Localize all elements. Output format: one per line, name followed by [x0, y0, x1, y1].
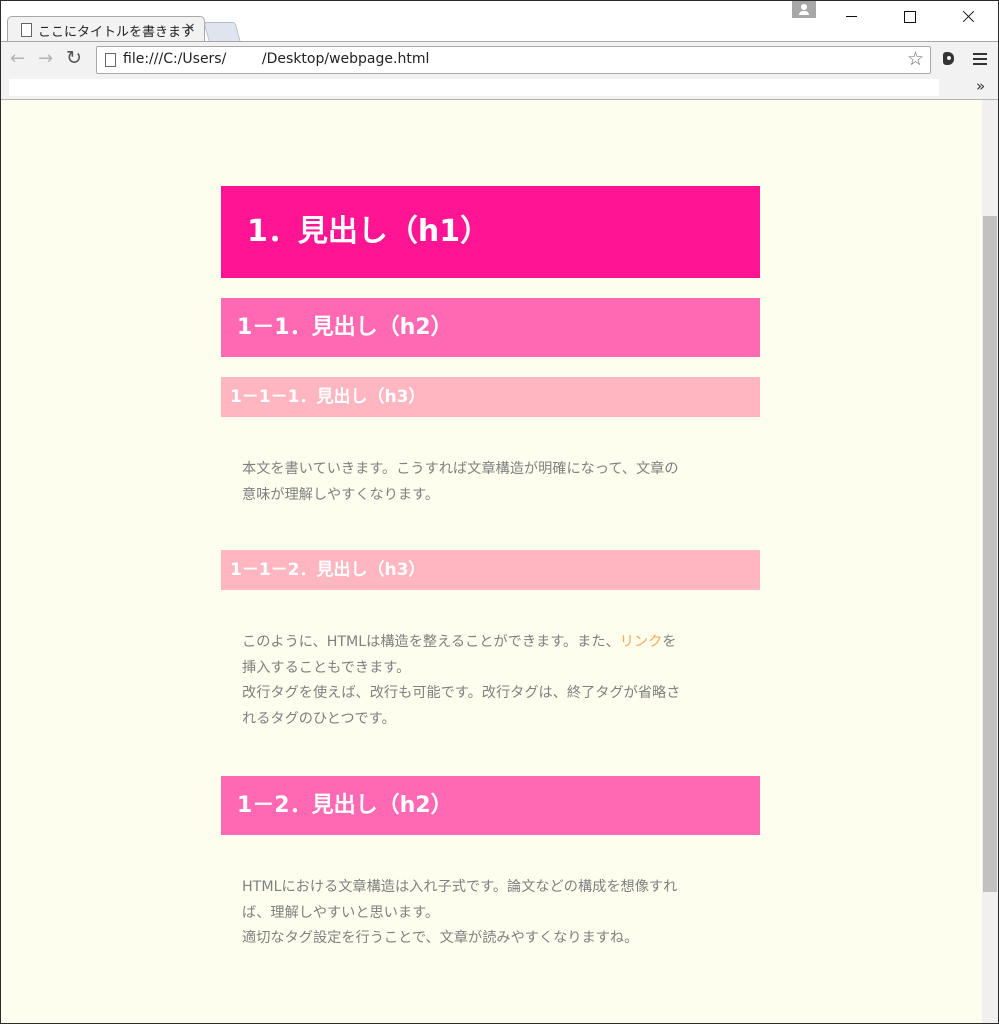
link[interactable]: リンク — [620, 634, 663, 650]
heading-h2: 1－2．見出し（h2） — [221, 776, 760, 835]
bookmarks-area — [9, 79, 939, 96]
heading-h3: 1－1－1．見出し（h3） — [221, 377, 760, 417]
title-bar: ここにタイトルを書きます × — [1, 1, 998, 43]
url-text[interactable]: file:///C:/Users/ /Desktop/webpage.html — [123, 51, 429, 67]
new-tab-button[interactable] — [203, 22, 241, 41]
heading-h1: 1．見出し（h1） — [221, 186, 760, 278]
paragraph: このように、HTMLは構造を整えることができます。また、リンクを 挿入することも… — [221, 630, 760, 732]
browser-window: ここにタイトルを書きます × ← → ↻ file:///C:/Users/ /… — [0, 0, 999, 1024]
text-span: を — [662, 634, 677, 650]
maximize-button[interactable] — [881, 1, 939, 33]
forward-icon[interactable]: → — [38, 48, 53, 69]
browser-tab[interactable]: ここにタイトルを書きます × — [7, 16, 205, 43]
page-viewport: 1．見出し（h1） 1－1．見出し（h2） 1－1－1．見出し（h3） 本文を書… — [1, 100, 982, 1023]
paragraph-line: 挿入することもできます。 — [242, 659, 411, 676]
text-span: このように、HTMLは構造を整えることができます。また、 — [242, 634, 620, 650]
back-icon[interactable]: ← — [10, 48, 25, 69]
heading-h2: 1－1．見出し（h2） — [221, 298, 760, 357]
evernote-extension-icon[interactable] — [941, 51, 957, 67]
paragraph-line: このように、HTMLは構造を整えることができます。また、リンクを — [242, 630, 740, 656]
toolbar: ← → ↻ file:///C:/Users/ /Desktop/webpage… — [1, 41, 998, 78]
paragraph-line: 意味が理解しやすくなります。 — [242, 486, 440, 503]
paragraph-line: HTMLにおける文章構造は入れ子式です。論文などの構成を想像すれ — [242, 879, 678, 895]
heading-h3: 1－1－2．見出し（h3） — [221, 550, 760, 590]
paragraph: HTMLにおける文章構造は入れ子式です。論文などの構成を想像すれ ば、理解しやす… — [221, 875, 760, 952]
close-window-button[interactable] — [939, 1, 997, 33]
page-icon — [21, 23, 32, 37]
profile-icon[interactable] — [792, 1, 816, 18]
minimize-button[interactable] — [823, 1, 881, 33]
reload-icon[interactable]: ↻ — [66, 47, 82, 69]
bookmark-star-icon[interactable]: ☆ — [907, 48, 924, 70]
tab-close-icon[interactable]: × — [184, 20, 196, 36]
scrollbar-thumb[interactable] — [983, 216, 997, 892]
paragraph-line: 本文を書いていきます。こうすれば文章構造が明確になって、文章の — [242, 461, 679, 477]
page-icon — [105, 53, 116, 67]
tab-title: ここにタイトルを書きます — [38, 25, 195, 40]
menu-icon[interactable] — [973, 53, 987, 67]
more-bookmarks-icon[interactable]: » — [976, 77, 985, 95]
page-content: 1．見出し（h1） 1－1．見出し（h2） 1－1－1．見出し（h3） 本文を書… — [221, 186, 760, 952]
paragraph-line: ば、理解しやすいと思います。 — [242, 904, 440, 921]
paragraph-line: れるタグのひとつです。 — [242, 710, 396, 727]
paragraph-line: 改行タグを使えば、改行も可能です。改行タグは、終了タグが省略さ — [242, 685, 681, 701]
address-bar[interactable]: file:///C:/Users/ /Desktop/webpage.html … — [96, 46, 931, 74]
paragraph: 本文を書いていきます。こうすれば文章構造が明確になって、文章の 意味が理解しやす… — [221, 457, 760, 508]
paragraph-line: 適切なタグ設定を行うことで、文章が読みやすくなりますね。 — [242, 930, 639, 946]
bookmarks-bar: » — [1, 77, 998, 100]
scrollbar[interactable] — [982, 100, 998, 1023]
